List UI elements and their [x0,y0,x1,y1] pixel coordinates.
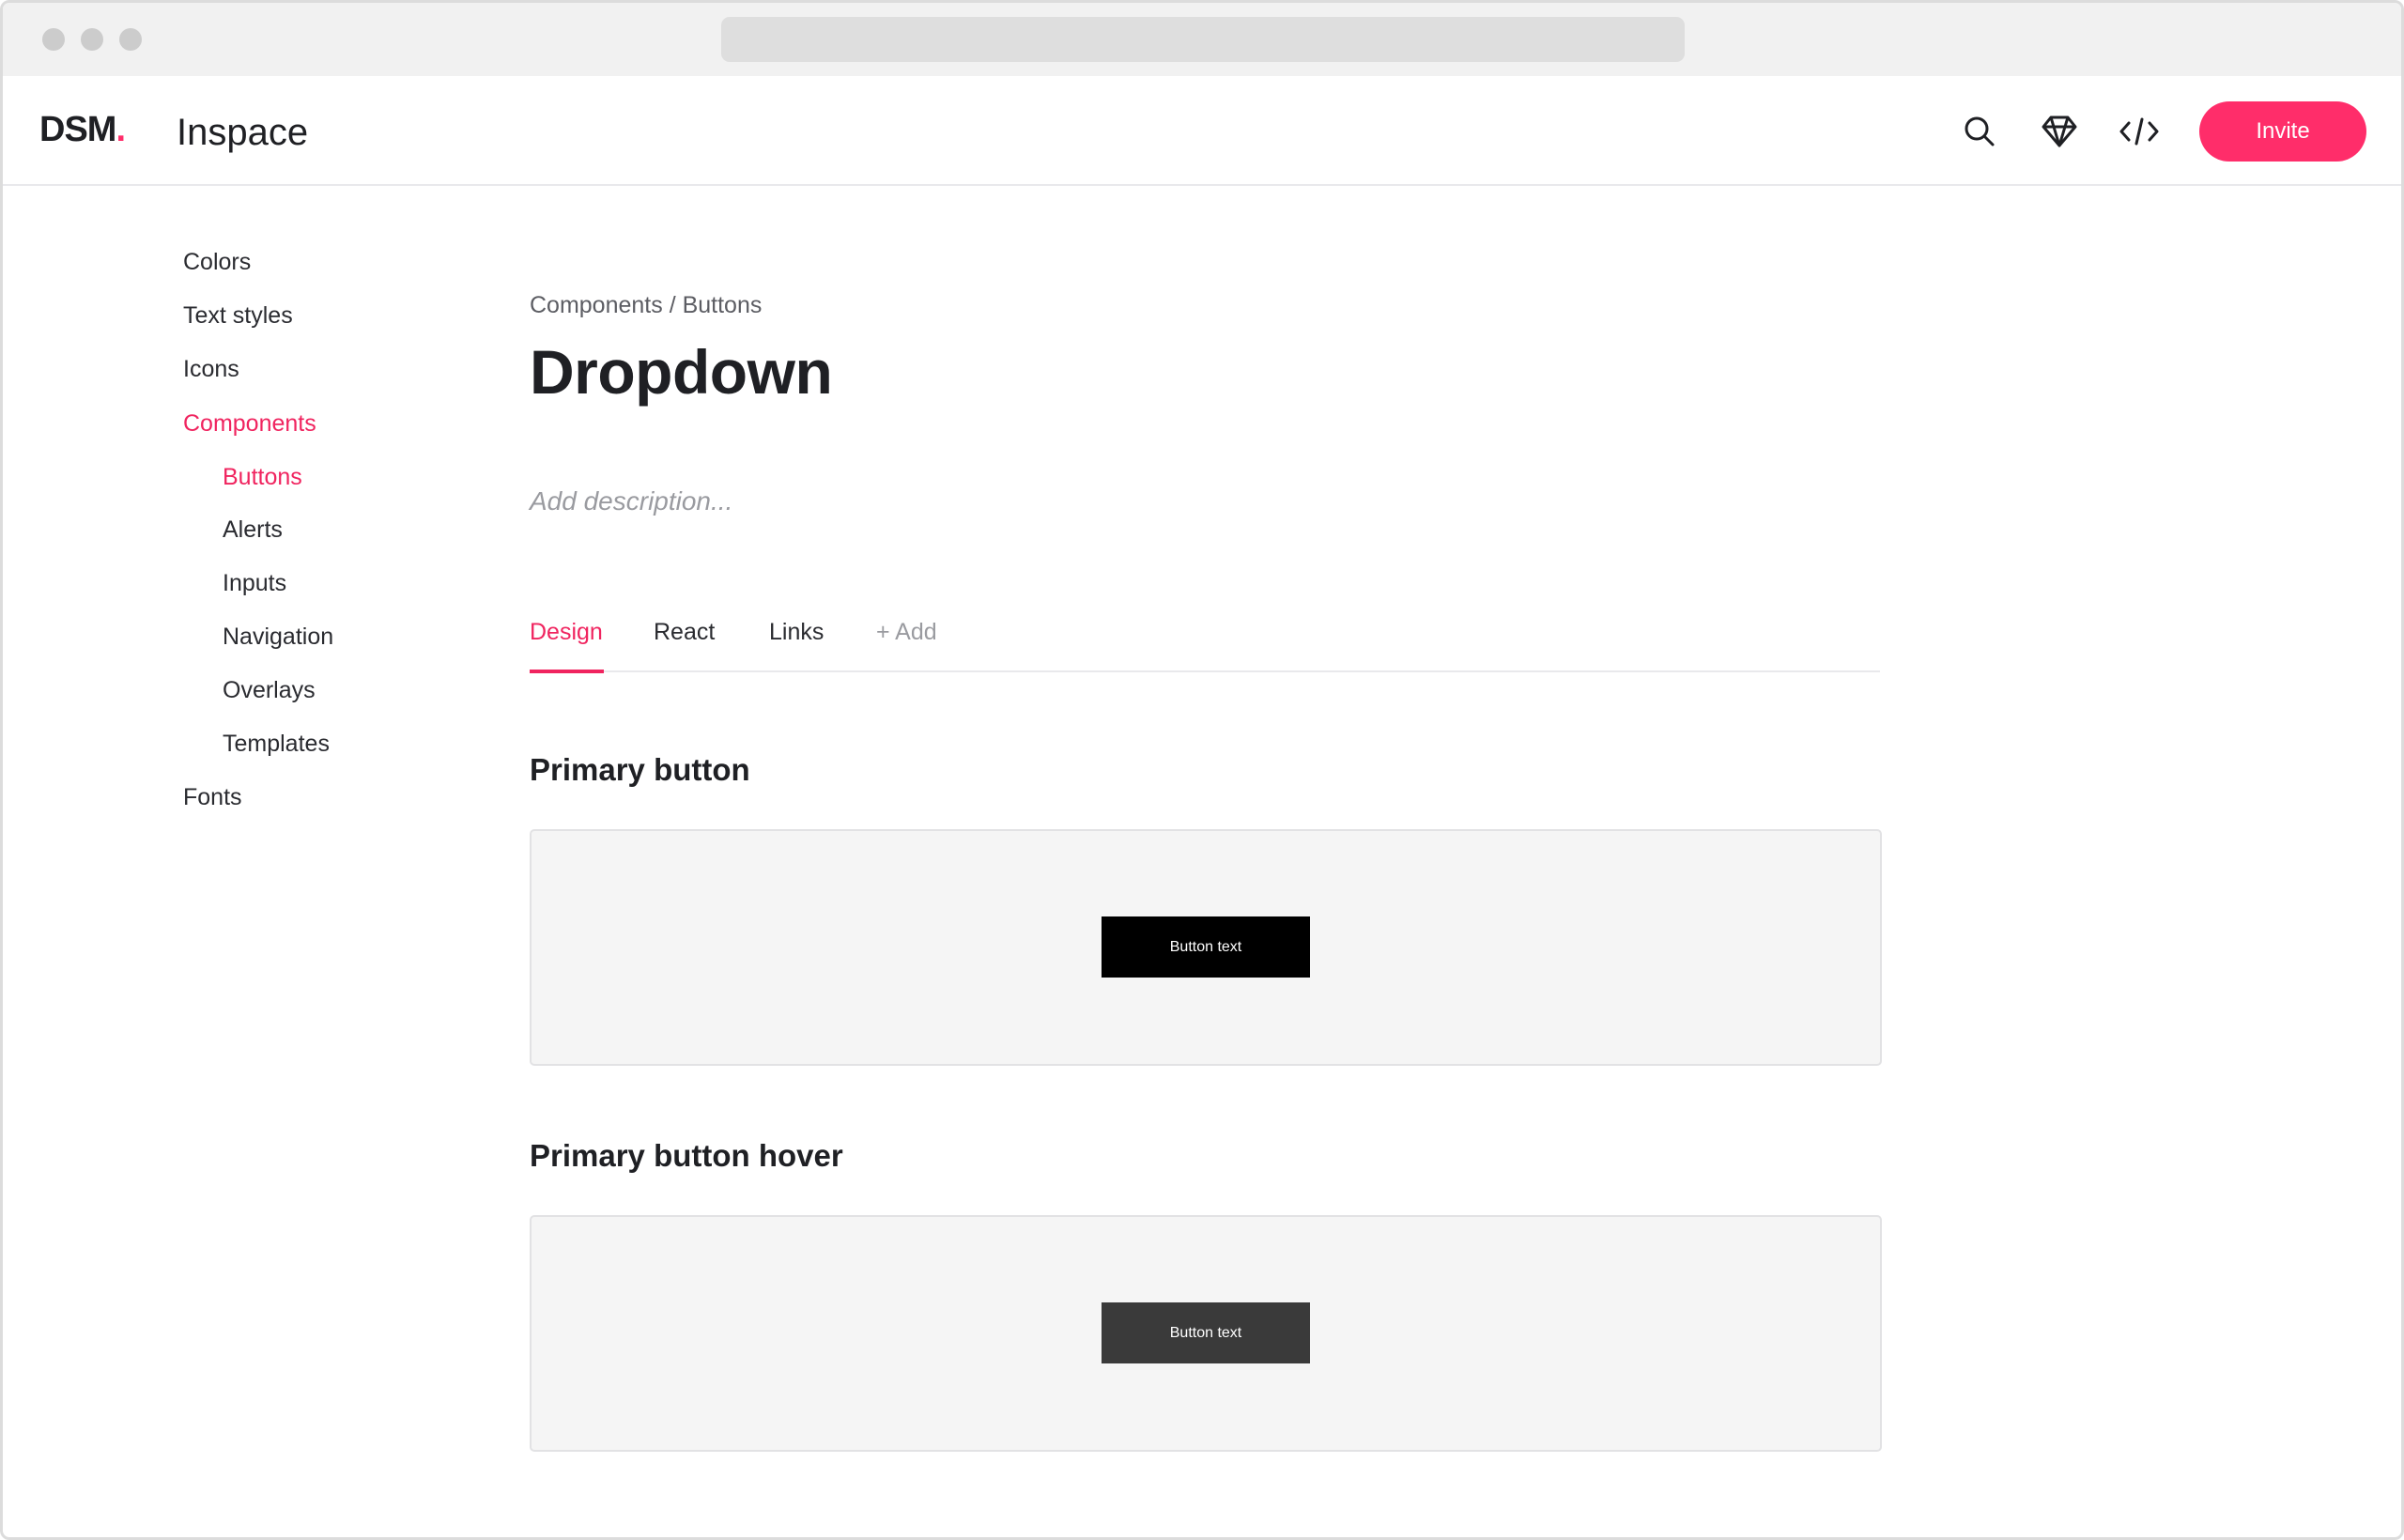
tab-design-label: Design [530,619,603,645]
tab-design[interactable]: Design [530,619,604,673]
app-header: DSM. Inspace Invite [3,76,2401,186]
sidebar-item-text-styles[interactable]: Text styles [183,302,293,330]
logo-text: DSM [39,110,116,149]
tab-react[interactable]: React [654,619,715,646]
tab-links[interactable]: Links [769,619,824,646]
browser-chrome [3,3,2401,76]
page-title: Dropdown [530,337,833,407]
preview-box-primary-button: Button text [530,829,1882,1066]
sidebar-item-icons[interactable]: Icons [183,356,239,383]
sidebar-item-navigation[interactable]: Navigation [223,624,333,651]
sample-primary-button-hover[interactable]: Button text [1102,1302,1310,1363]
code-icon[interactable] [2119,112,2159,151]
window-maximize-dot[interactable] [119,28,142,51]
workspace-name[interactable]: Inspace [177,112,308,154]
sidebar-item-colors[interactable]: Colors [183,249,251,276]
sample-primary-button[interactable]: Button text [1102,916,1310,978]
sidebar-item-overlays[interactable]: Overlays [223,677,316,704]
sidebar-item-components[interactable]: Components [183,410,316,438]
window-close-dot[interactable] [42,28,65,51]
sidebar-item-inputs[interactable]: Inputs [223,570,286,597]
tab-bar: Design React Links + Add [530,604,1880,673]
sidebar-item-alerts[interactable]: Alerts [223,516,283,544]
section-heading-primary-button-hover: Primary button hover [530,1138,843,1173]
tab-active-indicator [530,670,604,673]
tab-add[interactable]: + Add [876,619,937,646]
description-input[interactable]: Add description... [530,486,732,516]
preview-box-primary-button-hover: Button text [530,1215,1882,1452]
breadcrumb[interactable]: Components / Buttons [530,292,762,319]
window-minimize-dot[interactable] [81,28,103,51]
dsm-logo[interactable]: DSM. [39,110,126,150]
sidebar-item-templates[interactable]: Templates [223,731,330,758]
sidebar-item-buttons[interactable]: Buttons [223,464,302,491]
sidebar-item-fonts[interactable]: Fonts [183,784,242,811]
address-bar[interactable] [721,17,1685,62]
logo-dot: . [116,110,126,149]
search-icon[interactable] [1960,112,1999,151]
sketch-icon[interactable] [2040,112,2079,151]
browser-window: DSM. Inspace Invite Colors Text styles I… [0,0,2404,1540]
invite-button[interactable]: Invite [2199,101,2366,162]
section-heading-primary-button: Primary button [530,752,750,787]
